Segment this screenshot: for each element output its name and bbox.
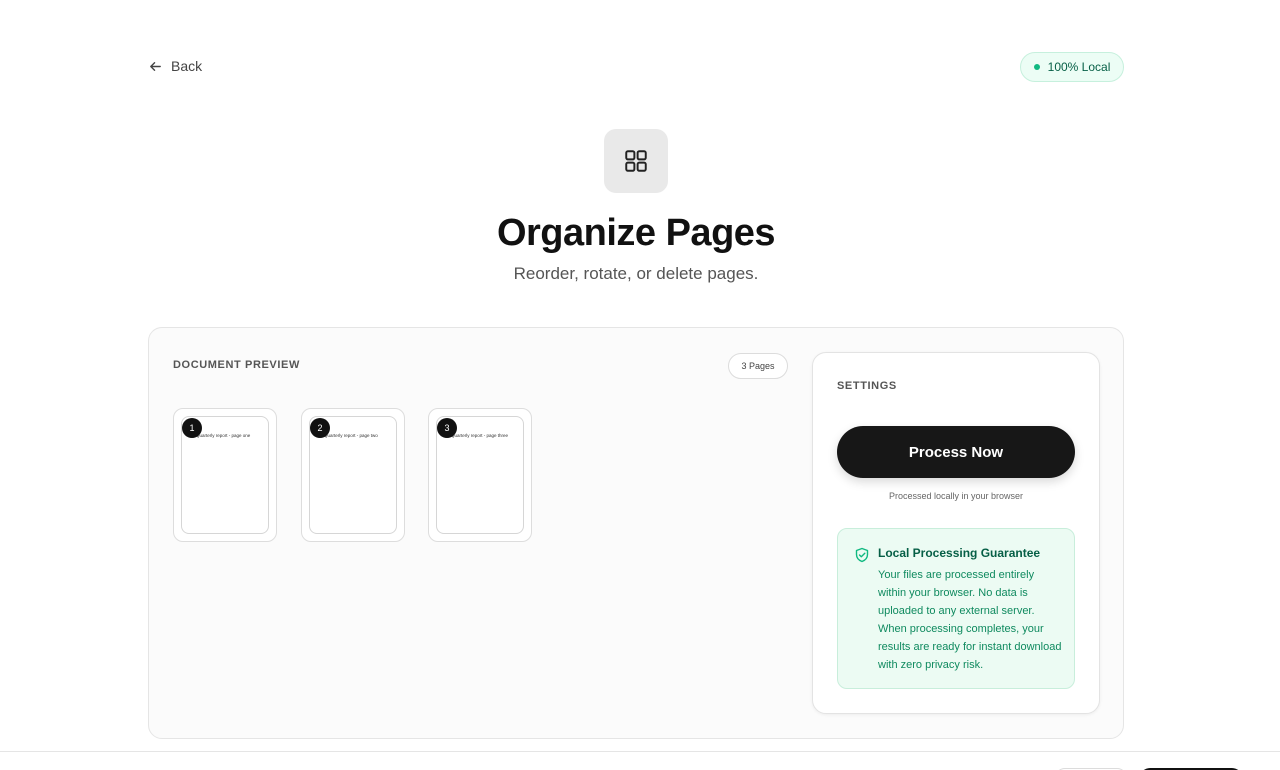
bottom-action-bar	[0, 751, 1280, 770]
guarantee-title: Local Processing Guarantee	[878, 546, 1041, 560]
page-number-badge: 2	[310, 418, 330, 438]
page-thumbnail-text: Quarterly report - page three	[451, 433, 509, 438]
page-thumbnail[interactable]: Quarterly report - page one 1	[173, 408, 277, 542]
local-badge-label: 100% Local	[1047, 60, 1111, 74]
local-processing-guarantee: Local Processing Guarantee Your files ar…	[837, 528, 1075, 689]
organize-pages-screen: Back 100% Local Organize Pages Reorder, …	[0, 0, 1280, 770]
back-button[interactable]: Back	[148, 58, 202, 74]
grid-icon	[604, 129, 668, 193]
process-now-button[interactable]: Process Now	[837, 426, 1075, 478]
status-dot-icon	[1033, 64, 1040, 70]
page-number-badge: 3	[437, 418, 457, 438]
page-thumbnail-text: Quarterly report - page two	[324, 433, 378, 438]
document-preview-label: DOCUMENT PREVIEW	[173, 359, 300, 371]
processed-locally-note: Processed locally in your browser	[888, 491, 1024, 501]
arrow-left-icon	[150, 61, 161, 71]
page-thumbnail-text: Quarterly report - page one	[196, 433, 251, 438]
local-status-badge: 100% Local	[1020, 52, 1124, 82]
page-thumbnail[interactable]: Quarterly report - page three 3	[428, 408, 532, 542]
workspace-card: DOCUMENT PREVIEW 3 Pages Quarterly repor…	[148, 327, 1124, 739]
settings-panel: SETTINGS Process Now Processed locally i…	[812, 352, 1100, 714]
page-title: Organize Pages	[496, 212, 776, 254]
back-label: Back	[171, 58, 203, 74]
pages-count-badge: 3 Pages	[728, 353, 788, 379]
settings-label: SETTINGS	[837, 380, 897, 392]
guarantee-body: Your files are processed entirely within…	[878, 569, 1062, 671]
page-subtitle: Reorder, rotate, or delete pages.	[513, 264, 759, 283]
shield-check-icon	[855, 547, 869, 563]
page-number-badge: 1	[182, 418, 202, 438]
page-thumbnail[interactable]: Quarterly report - page two 2	[301, 408, 405, 542]
